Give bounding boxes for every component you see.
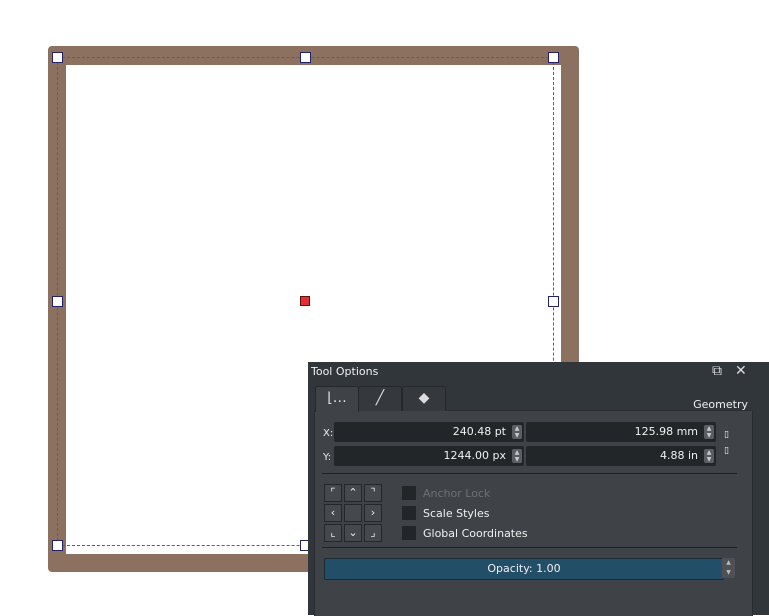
anchor-left[interactable]: ‹ xyxy=(324,504,342,522)
global-coordinates-checkbox[interactable] xyxy=(402,526,416,540)
close-icon[interactable]: ✕ xyxy=(735,363,747,379)
scale-styles-label: Scale Styles xyxy=(423,507,490,520)
tool-options-panel: Tool Options ⧉ ✕ ⌊… ╱ ◆ Geometry X: Y: 2… xyxy=(308,362,769,616)
handle-left[interactable] xyxy=(52,296,63,307)
y-field[interactable]: 1244.00 px ▲ ▼ xyxy=(334,446,524,466)
handle-top-right[interactable] xyxy=(548,52,559,63)
handle-bottom-left[interactable] xyxy=(52,540,63,551)
anchor-right[interactable]: › xyxy=(364,504,382,522)
anchor-center[interactable] xyxy=(344,504,362,522)
y-label: Y: xyxy=(323,452,332,463)
x-label: X: xyxy=(323,428,334,439)
anchor-lock-checkbox[interactable] xyxy=(402,486,416,500)
x-field[interactable]: 240.48 pt ▲ ▼ xyxy=(334,422,524,442)
anchor-bottom[interactable]: ⌄ xyxy=(344,524,362,542)
section-title: Geometry xyxy=(693,398,748,411)
anchor-bottom-left[interactable]: ⌞ xyxy=(324,524,342,542)
handle-right[interactable] xyxy=(548,296,559,307)
spinner[interactable]: ▲ ▼ xyxy=(512,449,522,463)
spinner[interactable]: ▲ ▼ xyxy=(512,425,522,439)
opacity-slider[interactable]: Opacity: 1.00 xyxy=(324,558,724,580)
handle-top-left[interactable] xyxy=(52,52,63,63)
stroke-icon: ╱ xyxy=(375,390,385,406)
y-value: 1244.00 px xyxy=(443,449,506,462)
x-field-mm[interactable]: 125.98 mm ▲ ▼ xyxy=(526,422,716,442)
spinner[interactable]: ▲ ▼ xyxy=(704,449,714,463)
unlink-icon[interactable]: ▯ xyxy=(724,430,729,440)
handle-top[interactable] xyxy=(300,52,311,63)
global-coordinates-label: Global Coordinates xyxy=(423,527,528,540)
anchor-top[interactable]: ⌃ xyxy=(344,484,362,502)
panel-title: Tool Options xyxy=(311,365,379,378)
tab-stroke[interactable]: ╱ xyxy=(358,386,402,411)
y-field-in[interactable]: 4.88 in ▲ ▼ xyxy=(526,446,716,466)
anchor-lock-label: Anchor Lock xyxy=(423,487,491,500)
x-value-mm: 125.98 mm xyxy=(634,425,698,438)
fill-icon: ◆ xyxy=(418,390,430,406)
spinner[interactable]: ▲ ▼ xyxy=(704,425,714,439)
geometry-icon: ⌊… xyxy=(327,390,347,406)
divider xyxy=(322,473,737,474)
anchor-top-right[interactable]: ⌝ xyxy=(364,484,382,502)
divider xyxy=(322,547,737,548)
x-value: 240.48 pt xyxy=(452,425,506,438)
rotation-center-handle[interactable] xyxy=(300,296,310,306)
tab-fill[interactable]: ◆ xyxy=(402,386,446,411)
anchor-grid: ⌜ ⌃ ⌝ ‹ › ⌞ ⌄ ⌟ xyxy=(324,484,382,542)
anchor-top-left[interactable]: ⌜ xyxy=(324,484,342,502)
link-icon[interactable]: ▯ xyxy=(724,446,729,456)
y-value-in: 4.88 in xyxy=(659,449,698,462)
scale-styles-checkbox[interactable] xyxy=(402,506,416,520)
tab-geometry[interactable]: ⌊… xyxy=(315,386,359,412)
anchor-bottom-right[interactable]: ⌟ xyxy=(364,524,382,542)
opacity-spinner[interactable]: ▲ ▼ xyxy=(722,558,735,578)
float-panel-icon[interactable]: ⧉ xyxy=(712,363,722,379)
